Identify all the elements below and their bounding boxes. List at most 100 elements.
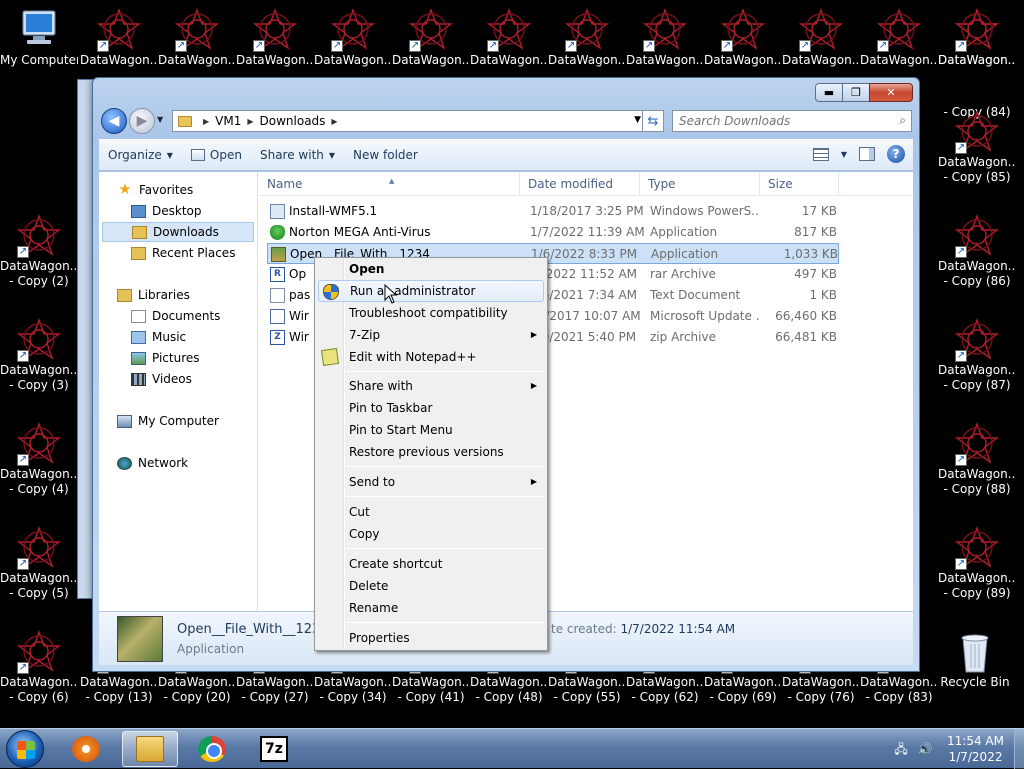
nav-pictures[interactable]: Pictures	[131, 348, 200, 368]
menu-troubleshoot-compatibility[interactable]: Troubleshoot compatibility	[318, 302, 544, 324]
pictures-icon	[131, 351, 146, 365]
close-button[interactable]: ✕	[869, 83, 913, 102]
menu-delete[interactable]: Delete	[318, 575, 544, 597]
desktop-icon-label: - Copy (62)	[631, 690, 699, 704]
clock[interactable]: 11:54 AM 1/7/2022	[947, 733, 1004, 765]
volume-icon[interactable]: 🔊	[917, 742, 933, 756]
taskbar-explorer[interactable]	[122, 731, 178, 767]
nav-desktop[interactable]: Desktop	[131, 201, 202, 221]
column-name[interactable]: Name ▲	[259, 172, 520, 196]
preview-pane-icon[interactable]	[859, 147, 875, 161]
desktop-icon-shortcut[interactable]: ↗ DataWagon... - Copy (85)	[938, 109, 1016, 185]
file-type: Windows PowerS...	[650, 204, 760, 218]
menu-7zip[interactable]: 7-Zip ▶	[318, 324, 544, 346]
desktop-icon-shortcut[interactable]: ↗DataWagon....	[80, 7, 158, 68]
menu-restore-previous-versions[interactable]: Restore previous versions	[318, 441, 544, 463]
nav-favorites[interactable]: ★ Favorites	[117, 180, 193, 200]
desktop-icon-shortcut[interactable]: ↗ DataWagon...	[938, 7, 1016, 68]
desktop-icon-shortcut[interactable]: ↗DataWagon....	[548, 7, 626, 68]
desktop-icon-shortcut[interactable]: ↗ DataWagon... - Copy (4)	[0, 421, 78, 497]
nav-my-computer[interactable]: My Computer	[117, 411, 219, 431]
file-row[interactable]: Norton MEGA Anti-Virus 1/7/2022 11:39 AM A…	[267, 222, 839, 243]
nav-libraries[interactable]: Libraries	[117, 285, 190, 305]
breadcrumb-vm1[interactable]: VM1	[215, 114, 241, 128]
nav-network[interactable]: Network	[117, 453, 188, 473]
desktop-icon-recycle-bin[interactable]: Recycle Bin	[936, 630, 1014, 690]
menu-run-as-administrator[interactable]: Run as administrator	[318, 280, 544, 302]
desktop-icon-label: - Copy (69)	[709, 690, 777, 704]
address-bar[interactable]: ▶ VM1 ▶ Downloads ▶ ▼	[172, 110, 646, 132]
desktop-icon-shortcut[interactable]: ↗DataWagon....	[470, 7, 548, 68]
chevron-right-icon[interactable]: ▶	[331, 117, 337, 126]
menu-cut[interactable]: Cut	[318, 501, 544, 523]
menu-pin-to-taskbar[interactable]: Pin to Taskbar	[318, 397, 544, 419]
explorer-icon	[136, 736, 164, 762]
desktop-icon-label: DataWagon...	[938, 363, 1016, 377]
forward-button[interactable]: ▶	[129, 108, 155, 134]
file-type: Text Document	[650, 288, 741, 302]
back-button[interactable]: ◀	[101, 108, 127, 134]
organize-button[interactable]: Organize ▼	[99, 143, 182, 167]
desktop-icon-shortcut[interactable]: ↗ DataWagon... - Copy (87)	[938, 317, 1016, 393]
nav-documents[interactable]: Documents	[131, 306, 220, 326]
taskbar-7zip[interactable]: 7z	[246, 731, 302, 767]
desktop-icon-shortcut[interactable]: ↗DataWagon....	[860, 7, 938, 68]
chevron-right-icon[interactable]: ▶	[247, 117, 253, 126]
taskbar-media-player[interactable]	[58, 731, 114, 767]
menu-pin-to-start-menu[interactable]: Pin to Start Menu	[318, 419, 544, 441]
file-row[interactable]: Install-WMF5.1 1/18/2017 3:25 PM Windows P…	[267, 201, 839, 222]
menu-send-to[interactable]: Send to ▶	[318, 471, 544, 493]
menu-rename[interactable]: Rename	[318, 597, 544, 619]
nav-music[interactable]: Music	[131, 327, 186, 347]
desktop-icon-shortcut[interactable]: ↗ DataWagon... - Copy (6)	[0, 629, 78, 705]
desktop-icon-shortcut[interactable]: ↗DataWagon....	[158, 7, 236, 68]
recent-pages-dropdown[interactable]: ▼	[157, 115, 163, 124]
column-size[interactable]: Size	[760, 172, 839, 196]
column-date-modified[interactable]: Date modified	[520, 172, 640, 196]
refresh-button[interactable]: ⇆	[642, 110, 664, 132]
search-input[interactable]	[673, 111, 883, 131]
nav-videos[interactable]: Videos	[131, 369, 192, 389]
new-folder-button[interactable]: New folder	[344, 143, 427, 167]
desktop-icon-shortcut[interactable]: ↗ DataWagon... - Copy (5)	[0, 525, 78, 601]
desktop-icon-shortcut[interactable]: ↗ DataWagon... - Copy (86)	[938, 213, 1016, 289]
show-desktop-button[interactable]	[1014, 729, 1024, 769]
chevron-down-icon[interactable]: ▼	[841, 150, 847, 159]
menu-share-with[interactable]: Share with ▶	[318, 375, 544, 397]
desktop-icon-shortcut[interactable]: ↗ DataWagon... - Copy (88)	[938, 421, 1016, 497]
desktop-icon-shortcut[interactable]: ↗DataWagon....	[314, 7, 392, 68]
nav-recent-places[interactable]: Recent Places	[131, 243, 235, 263]
desktop-icon-shortcut[interactable]: ↗DataWagon....	[236, 7, 314, 68]
search-icon[interactable]: ⌕	[899, 113, 906, 128]
menu-create-shortcut[interactable]: Create shortcut	[318, 553, 544, 575]
menu-copy[interactable]: Copy	[318, 523, 544, 545]
column-type[interactable]: Type	[640, 172, 760, 196]
share-with-button[interactable]: Share with ▼	[251, 143, 344, 167]
desktop-icon-shortcut[interactable]: ↗DataWagon....	[626, 7, 704, 68]
maximize-button[interactable]: ❐	[842, 83, 870, 102]
desktop-icon-shortcut[interactable]: ↗DataWagon....	[704, 7, 782, 68]
desktop-icon-shortcut[interactable]: ↗DataWagon....	[392, 7, 470, 68]
menu-edit-with-notepad[interactable]: Edit with Notepad++	[318, 346, 544, 368]
help-icon[interactable]: ?	[887, 145, 905, 163]
submenu-arrow-icon: ▶	[530, 330, 537, 339]
desktop-icon-shortcut[interactable]: ↗DataWagon....	[782, 7, 860, 68]
address-dropdown-icon[interactable]: ▼	[634, 115, 641, 125]
desktop-icon-my-computer[interactable]: My Computer	[0, 8, 78, 68]
menu-properties[interactable]: Properties	[318, 627, 544, 649]
desktop-icon-shortcut[interactable]: ↗ DataWagon... - Copy (2)	[0, 213, 78, 289]
desktop-icon-shortcut[interactable]: ↗ DataWagon... - Copy (3)	[0, 317, 78, 393]
network-tray-icon[interactable]: 🖧	[893, 742, 909, 756]
minimize-button[interactable]: ▬	[815, 83, 843, 102]
nav-downloads[interactable]: Downloads	[102, 222, 254, 242]
file-size: 1,033 KB	[783, 247, 838, 261]
menu-separator	[346, 466, 544, 467]
start-button[interactable]	[6, 730, 44, 768]
breadcrumb-downloads[interactable]: Downloads	[260, 114, 326, 128]
menu-open[interactable]: Open	[318, 258, 544, 280]
view-options-icon[interactable]	[812, 147, 829, 161]
taskbar-chrome[interactable]	[184, 731, 240, 767]
chevron-right-icon[interactable]: ▶	[203, 117, 209, 126]
open-button[interactable]: Open	[182, 143, 251, 167]
desktop-icon-shortcut[interactable]: ↗ DataWagon... - Copy (89)	[938, 525, 1016, 601]
